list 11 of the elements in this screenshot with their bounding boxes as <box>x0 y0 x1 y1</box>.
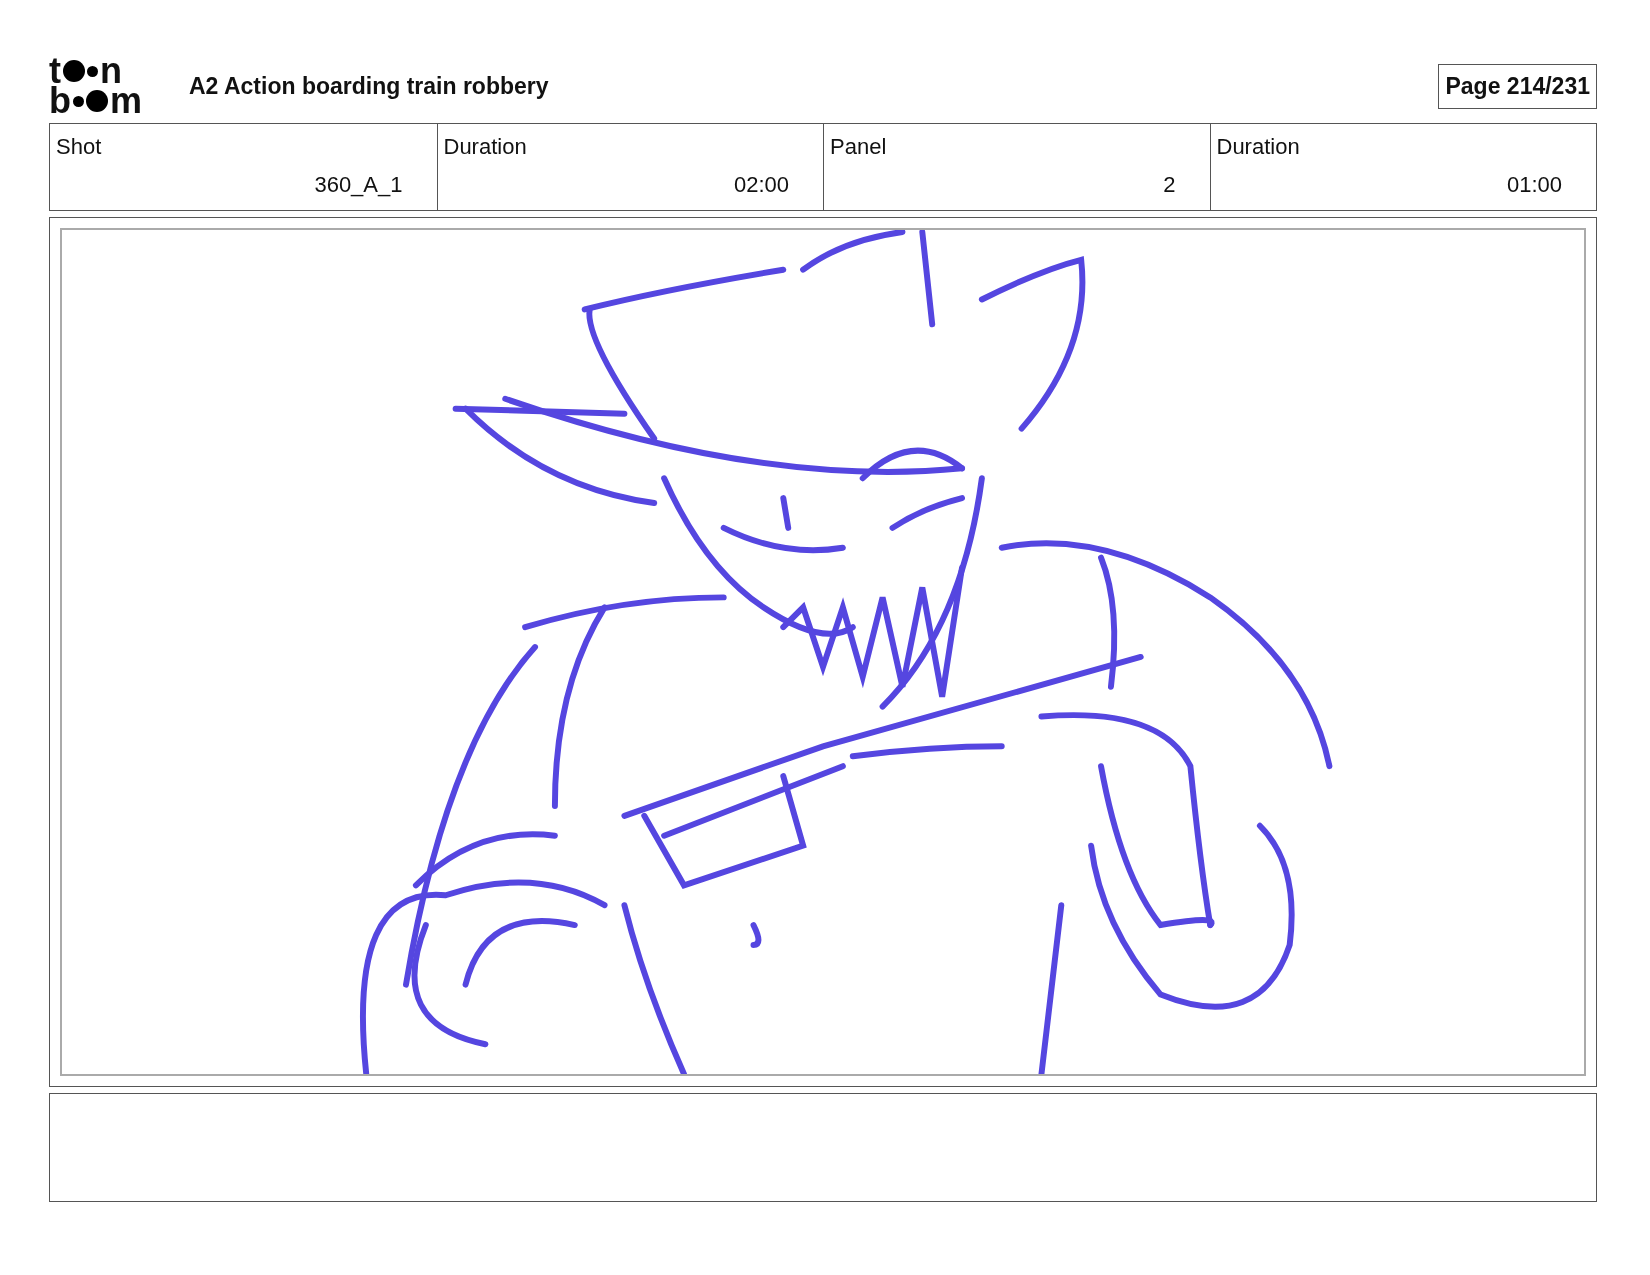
logo: t n b m <box>49 56 143 116</box>
field-label: Duration <box>1216 134 1301 160</box>
field-value: 02:00 <box>732 172 789 198</box>
field-label: Duration <box>443 134 528 160</box>
page-number: Page 214/231 <box>1438 63 1597 109</box>
field-label: Panel <box>830 134 888 160</box>
field-value: 01:00 <box>1505 172 1562 198</box>
field-value: 2 <box>1162 172 1176 198</box>
storyboard-title: A2 Action boarding train robbery <box>189 72 550 100</box>
field-label: Shot <box>56 134 103 160</box>
field-value: 360_A_1 <box>313 172 403 198</box>
